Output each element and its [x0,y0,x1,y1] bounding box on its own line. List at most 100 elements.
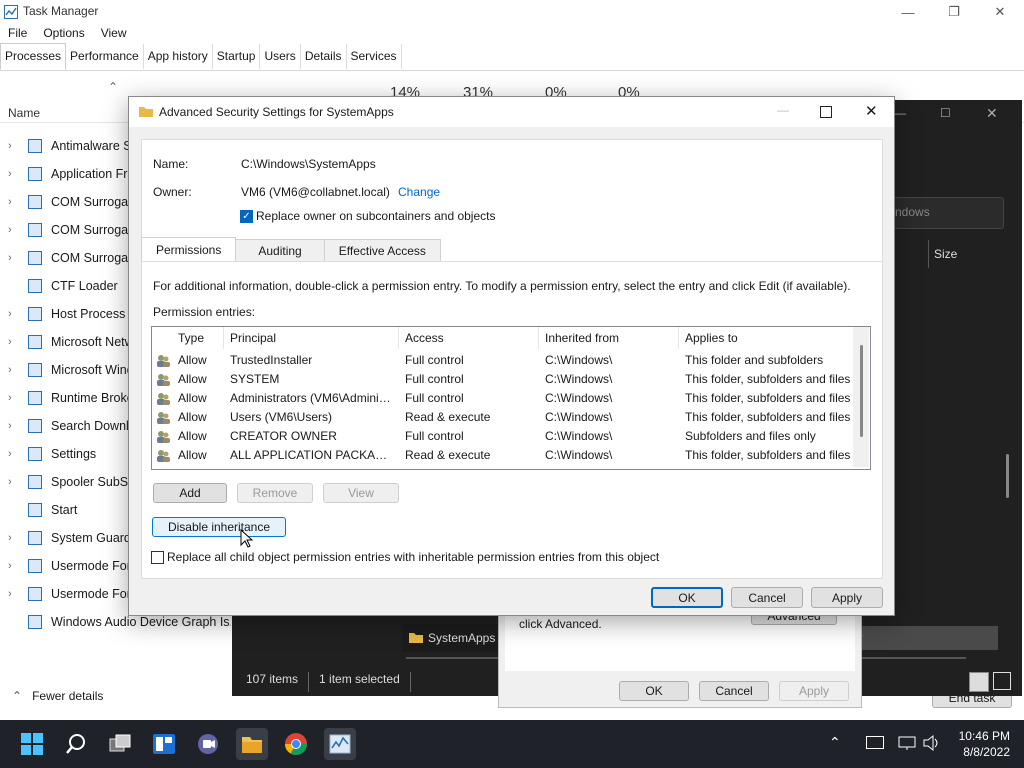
explorer-scrollbar-thumb[interactable] [1006,454,1009,498]
expand-chevron-icon[interactable]: › [8,364,20,376]
tab-app-history[interactable]: App history [144,44,213,69]
expand-chevron-icon[interactable]: › [8,476,20,488]
tab-effective-access[interactable]: Effective Access [323,239,441,262]
search-icon[interactable] [60,728,92,760]
replace-child-permissions-checkbox[interactable] [151,551,164,564]
process-icon [28,615,42,629]
keyboard-icon[interactable] [866,736,884,749]
explorer-maximize-button[interactable]: ☐ [940,106,951,120]
expand-chevron-icon[interactable]: › [8,252,20,264]
task-view-icon[interactable] [104,728,136,760]
close-button[interactable]: ✕ [977,0,1023,24]
table-scrollbar-thumb[interactable] [860,345,863,437]
chrome-icon[interactable] [280,728,312,760]
column-type[interactable]: Type [172,327,224,349]
network-icon[interactable] [898,734,916,752]
widgets-icon[interactable] [148,728,180,760]
permission-entries-table: Type Principal Access Inherited from App… [151,326,871,470]
permission-row[interactable]: Allow ALL APPLICATION PACKAGES Read & exec… [152,446,852,465]
explorer-search-box[interactable]: ndows [892,197,1004,229]
tab-users[interactable]: Users [260,44,301,69]
remove-button[interactable]: Remove [237,483,313,503]
permission-row[interactable]: Allow TrustedInstaller Full control C:\Wind… [152,351,852,370]
explorer-close-button[interactable]: ✕ [986,105,998,122]
file-explorer-taskbar-icon[interactable] [236,728,268,760]
expand-chevron-icon[interactable]: › [8,392,20,404]
expand-chevron-icon[interactable]: › [8,588,20,600]
menu-view[interactable]: View [93,24,135,44]
task-manager-taskbar-icon[interactable] [324,728,356,760]
change-owner-link[interactable]: Change [398,185,440,199]
expand-chevron-icon[interactable]: › [8,224,20,236]
show-hidden-icons-icon[interactable]: ⌃ [829,734,841,751]
menu-options[interactable]: Options [35,24,92,44]
cell-inherited: C:\Windows\ [545,353,613,367]
replace-owner-checkbox[interactable]: ✓ [240,210,253,223]
tab-performance[interactable]: Performance [66,44,144,69]
expand-chevron-icon[interactable]: › [8,140,20,152]
apply-button[interactable]: Apply [811,587,883,608]
cell-access: Full control [405,353,464,367]
explorer-column-size[interactable]: Size [934,247,957,261]
cell-principal: TrustedInstaller [230,353,313,367]
column-inherited-from[interactable]: Inherited from [539,327,679,349]
tab-permissions[interactable]: Permissions [141,237,237,262]
tab-processes[interactable]: Processes [0,43,67,70]
table-scrollbar[interactable] [853,327,869,467]
column-applies-to[interactable]: Applies to [679,327,853,349]
permission-rows: Allow TrustedInstaller Full control C:\Wind… [152,351,852,467]
permission-row[interactable]: Allow CREATOR OWNER Full control C:\Windows… [152,427,852,446]
process-icon [28,223,42,237]
properties-ok-button[interactable]: OK [619,681,689,701]
taskbar: ⌃ 10:46 PM 8/8/2022 [0,720,1024,768]
column-principal[interactable]: Principal [224,327,399,349]
teams-chat-icon[interactable] [192,728,224,760]
cell-inherited: C:\Windows\ [545,429,613,443]
tab-startup[interactable]: Startup [213,44,261,69]
maximize-button[interactable]: ❐ [931,0,977,24]
cell-applies: This folder, subfolders and files [685,391,851,405]
properties-apply-button[interactable]: Apply [779,681,849,701]
expand-chevron-icon[interactable]: › [8,420,20,432]
column-access[interactable]: Access [399,327,539,349]
ok-button[interactable]: OK [651,587,723,608]
add-button[interactable]: Add [153,483,227,503]
expand-chevron-icon[interactable]: › [8,196,20,208]
expand-chevron-icon[interactable]: › [8,168,20,180]
cell-applies: This folder and subfolders [685,353,824,367]
column-name[interactable]: Name [8,106,40,120]
cell-applies: This folder, subfolders and files [685,372,851,386]
dialog-maximize-button[interactable] [820,106,832,118]
dialog-title: Advanced Security Settings for SystemApp… [159,105,394,119]
explorer-folder-item[interactable]: SystemApps [402,624,500,652]
menu-file[interactable]: File [0,24,35,44]
expand-chevron-icon[interactable]: › [8,336,20,348]
details-view-icon[interactable] [969,672,989,692]
cancel-button[interactable]: Cancel [731,587,803,608]
start-icon[interactable] [16,728,48,760]
minimize-button[interactable]: — [885,0,931,24]
dialog-close-button[interactable]: ✕ [865,102,878,120]
explorer-minimize-button[interactable]: — [894,106,906,120]
fewer-details-link[interactable]: Fewer details [32,689,103,703]
status-selected: 1 item selected [308,672,400,692]
expand-chevron-icon[interactable]: › [8,308,20,320]
expand-chevron-icon[interactable]: › [8,560,20,572]
tab-services[interactable]: Services [347,44,402,69]
process-icon [28,559,42,573]
tiles-view-icon[interactable] [993,672,1011,690]
replace-child-permissions-label: Replace all child object permission entr… [167,550,660,564]
permission-row[interactable]: Allow SYSTEM Full control C:\Windows\ This f… [152,370,852,389]
view-button[interactable]: View [323,483,399,503]
permission-row[interactable]: Allow Users (VM6\Users) Read & execute C:\W… [152,408,852,427]
expand-chevron-icon[interactable]: › [8,448,20,460]
system-clock[interactable]: 10:46 PM 8/8/2022 [959,728,1010,760]
tab-auditing[interactable]: Auditing [235,239,325,262]
tab-details[interactable]: Details [301,44,347,69]
volume-icon[interactable] [922,734,940,752]
cell-access: Full control [405,372,464,386]
properties-cancel-button[interactable]: Cancel [699,681,769,701]
permission-row[interactable]: Allow Administrators (VM6\Administrators)… [152,389,852,408]
disable-inheritance-button[interactable]: Disable inheritance [152,517,286,537]
expand-chevron-icon[interactable]: › [8,532,20,544]
